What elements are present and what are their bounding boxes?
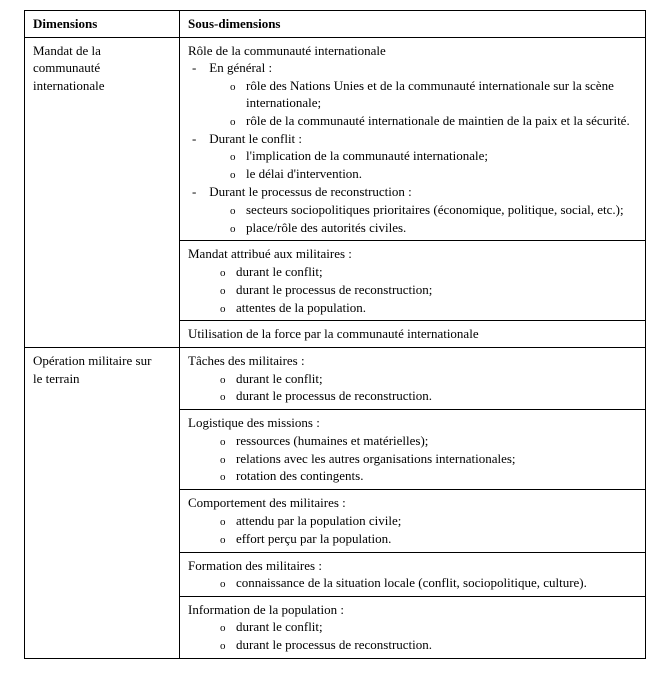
subdimension-cell: Comportement des militaires : attendu pa…	[180, 490, 646, 552]
subdimension-heading: Comportement des militaires :	[188, 494, 637, 512]
sublist: l'implication de la communauté internati…	[206, 147, 637, 183]
dimension-cell: Mandat de la communauté internationale	[25, 37, 180, 347]
list-item-label: Durant le conflit :	[209, 131, 302, 146]
dimension-title-line: Opération militaire sur	[33, 353, 151, 368]
sublist: connaissance de la situation locale (con…	[188, 574, 637, 592]
subdimension-heading: Logistique des missions :	[188, 414, 637, 432]
dimensions-table: Dimensions Sous-dimensions Mandat de la …	[24, 10, 646, 659]
subdimension-heading: Formation des militaires :	[188, 557, 637, 575]
list-item: durant le conflit;	[236, 618, 637, 636]
list-item: durant le processus de reconstruction.	[236, 387, 637, 405]
header-dimensions: Dimensions	[25, 11, 180, 38]
list-item: ressources (humaines et matérielles);	[236, 432, 637, 450]
list-item: durant le conflit;	[236, 370, 637, 388]
subdimension-cell: Utilisation de la force par la communaut…	[180, 321, 646, 348]
list-item-label: Durant le processus de reconstruction :	[209, 184, 412, 199]
subdimension-heading: Mandat attribué aux militaires :	[188, 245, 637, 263]
list-item: l'implication de la communauté internati…	[246, 147, 637, 165]
sublist: durant le conflit; durant le processus d…	[188, 370, 637, 406]
sublist: durant le conflit; durant le processus d…	[188, 263, 637, 317]
table-row: Opération militaire sur le terrain Tâche…	[25, 347, 646, 409]
table-row: Mandat de la communauté internationale R…	[25, 37, 646, 241]
document-page: Dimensions Sous-dimensions Mandat de la …	[0, 0, 670, 679]
list-item: le délai d'intervention.	[246, 165, 637, 183]
subdimension-heading: Rôle de la communauté internationale	[188, 42, 637, 60]
bullet-list: En général : rôle des Nations Unies et d…	[188, 59, 637, 236]
subdimension-cell: Information de la population : durant le…	[180, 596, 646, 658]
dimension-title-line: le terrain	[33, 371, 80, 386]
list-item: attendu par la population civile;	[236, 512, 637, 530]
sublist: ressources (humaines et matérielles); re…	[188, 432, 637, 486]
list-item: secteurs sociopolitiques prioritaires (é…	[246, 201, 637, 219]
list-item: durant le processus de reconstruction;	[236, 281, 637, 299]
subdimension-heading: Utilisation de la force par la communaut…	[188, 325, 637, 343]
sublist: attendu par la population civile; effort…	[188, 512, 637, 548]
list-item: relations avec les autres organisations …	[236, 450, 637, 468]
subdimension-cell: Rôle de la communauté internationale En …	[180, 37, 646, 241]
list-item: effort perçu par la population.	[236, 530, 637, 548]
list-item: place/rôle des autorités civiles.	[246, 219, 637, 237]
list-item: durant le conflit;	[236, 263, 637, 281]
sublist: secteurs sociopolitiques prioritaires (é…	[206, 201, 637, 237]
subdimension-cell: Tâches des militaires : durant le confli…	[180, 347, 646, 409]
list-item: rôle des Nations Unies et de la communau…	[246, 77, 637, 112]
subdimension-cell: Logistique des missions : ressources (hu…	[180, 410, 646, 490]
subdimension-heading: Tâches des militaires :	[188, 352, 637, 370]
list-item: rôle de la communauté internationale de …	[246, 112, 637, 130]
list-item-label: En général :	[209, 60, 272, 75]
dimension-title-line: Mandat de la	[33, 43, 101, 58]
sublist: durant le conflit; durant le processus d…	[188, 618, 637, 654]
subdimension-cell: Mandat attribué aux militaires : durant …	[180, 241, 646, 321]
dimension-title-line: communauté	[33, 60, 100, 75]
list-item: Durant le processus de reconstruction : …	[206, 183, 637, 236]
list-item: rotation des contingents.	[236, 467, 637, 485]
list-item: En général : rôle des Nations Unies et d…	[206, 59, 637, 130]
sublist: rôle des Nations Unies et de la communau…	[206, 77, 637, 130]
list-item: attentes de la population.	[236, 299, 637, 317]
dimension-cell: Opération militaire sur le terrain	[25, 347, 180, 658]
list-item: durant le processus de reconstruction.	[236, 636, 637, 654]
table-header-row: Dimensions Sous-dimensions	[25, 11, 646, 38]
header-sous-dimensions: Sous-dimensions	[180, 11, 646, 38]
subdimension-cell: Formation des militaires : connaissance …	[180, 552, 646, 596]
list-item: connaissance de la situation locale (con…	[236, 574, 637, 592]
subdimension-heading: Information de la population :	[188, 601, 637, 619]
dimension-title-line: internationale	[33, 78, 104, 93]
list-item: Durant le conflit : l'implication de la …	[206, 130, 637, 183]
